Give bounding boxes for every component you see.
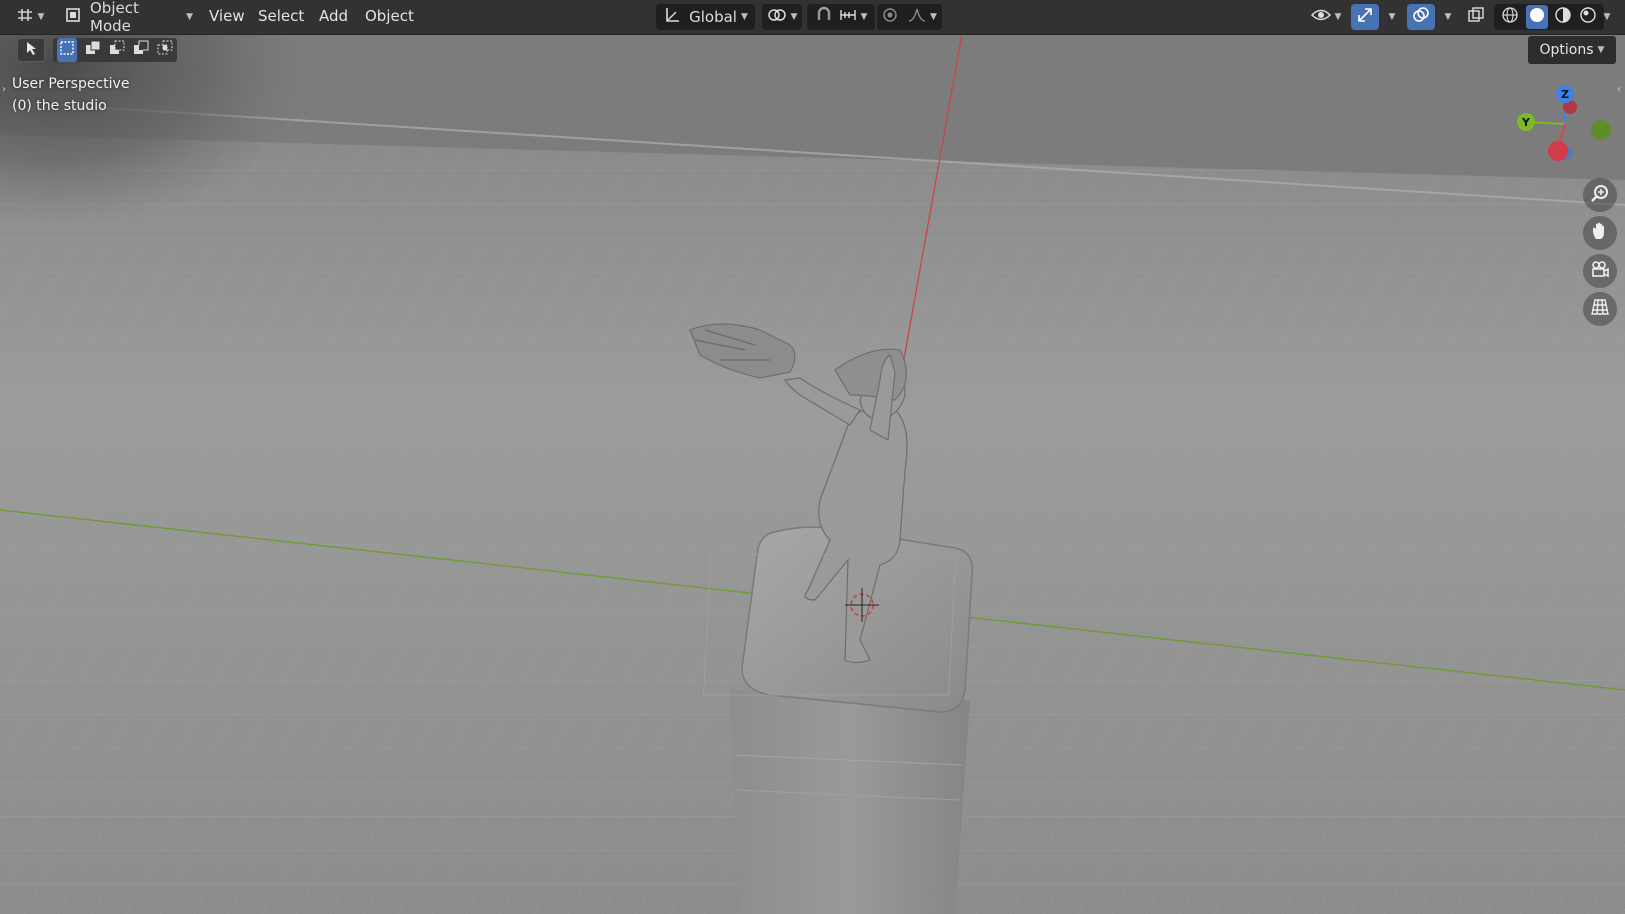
chevron-down-icon: ▼ [860, 12, 868, 22]
editor-type-icon [16, 7, 34, 27]
chevron-down-icon: ▼ [740, 12, 748, 22]
zoom-button[interactable] [1583, 178, 1617, 212]
chevron-down-icon: ▼ [1388, 12, 1396, 22]
eye-icon [1310, 7, 1331, 27]
viewport-header: ▼ Object Mode ▼ View Select Add Object G… [0, 0, 1625, 35]
pan-button[interactable] [1583, 216, 1617, 250]
gizmo-toggle-button[interactable] [1351, 4, 1379, 30]
overlays-dropdown[interactable]: ▼ [1436, 4, 1456, 30]
pivot-point-button[interactable]: ▼ [762, 4, 802, 30]
select-new-icon[interactable] [57, 38, 77, 62]
options-dropdown[interactable]: Options ▼ [1528, 36, 1616, 64]
select-intersect-icon[interactable] [157, 40, 173, 60]
orientation-label: Global [689, 8, 737, 26]
chevron-down-icon: ▼ [186, 12, 193, 22]
camera-icon [1590, 259, 1610, 283]
shading-dropdown[interactable]: ▼ [1594, 4, 1616, 30]
viewport-scene [0, 0, 1625, 914]
transform-orientation-icon [663, 6, 681, 28]
3d-viewport[interactable]: ▼ Object Mode ▼ View Select Add Object G… [0, 0, 1625, 914]
proportional-editing[interactable]: ▼ [877, 4, 942, 30]
chevron-down-icon: ▼ [790, 12, 798, 22]
snap-magnet-icon [815, 6, 833, 28]
ortho-toggle-button[interactable] [1583, 292, 1617, 326]
object-visibility-button[interactable]: ▼ [1306, 4, 1346, 30]
overlays-icon [1412, 6, 1430, 28]
gizmo-z-label: Z [1561, 87, 1569, 101]
material-preview-icon[interactable] [1554, 6, 1572, 28]
menu-add[interactable]: Add [319, 7, 348, 25]
gizmo-icon [1356, 6, 1374, 28]
menu-view[interactable]: View [209, 7, 245, 25]
hand-pan-icon [1590, 221, 1610, 245]
selection-mode-group [53, 38, 177, 62]
pivot-icon [767, 7, 787, 27]
mode-dropdown[interactable]: Object Mode ▼ [58, 0, 193, 35]
falloff-curve-icon [908, 7, 926, 27]
select-subtract-icon[interactable] [109, 40, 125, 60]
menu-object[interactable]: Object [365, 7, 414, 25]
gizmo-x-ball[interactable] [1548, 141, 1568, 161]
editor-type-button[interactable]: ▼ [10, 4, 50, 30]
select-tool-button[interactable] [17, 38, 45, 62]
options-label: Options [1539, 42, 1594, 58]
select-extend-icon[interactable] [85, 40, 101, 60]
chevron-down-icon: ▼ [1597, 45, 1605, 55]
solid-shading-icon[interactable] [1525, 5, 1548, 29]
navigation-gizmo[interactable]: Z Y [1505, 82, 1625, 172]
menu-select[interactable]: Select [258, 7, 304, 25]
camera-view-button[interactable] [1583, 254, 1617, 288]
pedestal-pillar [730, 690, 970, 914]
cursor-arrow-icon [23, 40, 39, 60]
select-invert-icon[interactable] [133, 40, 149, 60]
shading-mode-group [1494, 4, 1604, 30]
gizmo-z-ball[interactable]: Z [1556, 85, 1574, 103]
chevron-down-icon: ▼ [1334, 12, 1342, 22]
view-name-label: User Perspective [12, 76, 130, 92]
grid-ortho-icon [1590, 297, 1610, 321]
chevron-down-icon: ▼ [1444, 12, 1452, 22]
chevron-down-icon: ▼ [930, 12, 937, 22]
snap-controls[interactable]: ▼ [807, 4, 875, 30]
overlays-toggle-button[interactable] [1407, 4, 1435, 30]
object-mode-icon [64, 6, 82, 28]
wireframe-shading-icon[interactable] [1501, 6, 1519, 28]
chevron-down-icon: ▼ [1603, 12, 1611, 22]
proportional-edit-icon [882, 7, 898, 27]
gizmo-neg-y-ball[interactable] [1591, 120, 1611, 140]
xray-toggle-button[interactable] [1462, 4, 1490, 30]
xray-icon [1467, 6, 1485, 28]
zoom-icon [1590, 183, 1610, 207]
mode-label: Object Mode [90, 0, 139, 35]
gizmo-dropdown[interactable]: ▼ [1380, 4, 1400, 30]
snap-increment-icon [839, 7, 857, 27]
orientation-dropdown[interactable]: Global ▼ [656, 4, 755, 30]
scene-collection-label: (0) the studio [12, 98, 107, 114]
toolbar-expand-arrow-icon[interactable]: › [2, 84, 6, 95]
gizmo-y-ball[interactable]: Y [1517, 113, 1535, 131]
gizmo-y-label: Y [1522, 115, 1530, 129]
chevron-down-icon: ▼ [37, 12, 45, 22]
